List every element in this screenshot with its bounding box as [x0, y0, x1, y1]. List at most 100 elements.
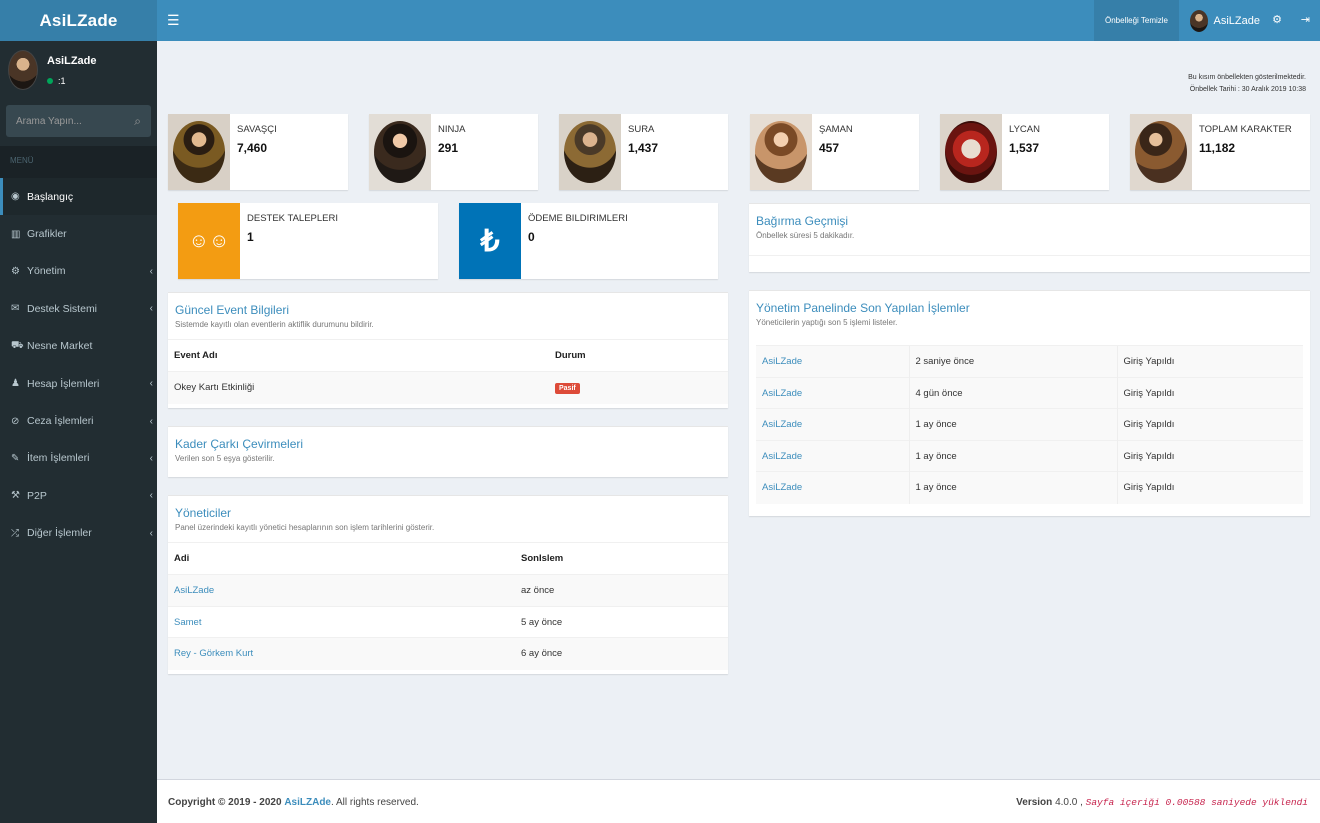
- chevron-left-icon: ‹: [149, 303, 153, 315]
- payment-notifications-box[interactable]: ₺ ÖDEME BILDIRIMLERI 0: [459, 203, 718, 279]
- action-user-link[interactable]: AsiLZade: [762, 482, 802, 493]
- sidebar-item-7[interactable]: ✎ İtem İşlemleri ‹: [0, 440, 157, 477]
- sidebar-item-5[interactable]: ♟ Hesap İşlemleri ‹: [0, 365, 157, 402]
- action-user-link[interactable]: AsiLZade: [762, 388, 802, 399]
- ban-icon: ⊘: [11, 415, 20, 427]
- action-user-link[interactable]: AsiLZade: [762, 356, 802, 367]
- col-event-name: Event Adı: [168, 339, 549, 372]
- events-table: Event Adı Durum Okey Kartı Etkinliği Pas…: [168, 339, 728, 404]
- sidebar-item-0[interactable]: ◉ Başlangıç: [0, 178, 157, 216]
- copyright: Copyright © 2019 - 2020 AsiLZAde. All ri…: [168, 797, 419, 808]
- sidebar-item-label: Hesap İşlemleri: [27, 377, 100, 390]
- sidebar-item-2[interactable]: ⚙ Yönetim ‹: [0, 253, 157, 290]
- stat-value: 291: [438, 141, 459, 155]
- table-row: Samet 5 ay önce: [168, 606, 728, 638]
- comments-icon: ✉: [11, 303, 20, 315]
- action-user-link[interactable]: AsiLZade: [762, 419, 802, 430]
- stat-value: 1,437: [628, 141, 659, 155]
- stat-box-shaman: ŞAMAN 457: [750, 114, 919, 190]
- stat-box-warrior: SAVAŞÇI 7,460: [168, 114, 348, 190]
- stat-value: 457: [819, 141, 840, 155]
- user-menu[interactable]: AsiLZade: [1189, 0, 1260, 41]
- sidebar-item-label: Destek Sistemi: [27, 302, 98, 315]
- action-text: Giriş Yapıldı: [1116, 440, 1303, 472]
- admin-link[interactable]: Rey - Görkem Kurt: [174, 648, 253, 659]
- wheel-box: Kader Çarkı Çevirmeleri Verilen son 5 eş…: [168, 426, 728, 477]
- sidebar-item-label: Ceza İşlemleri: [27, 415, 94, 428]
- sign-out-icon[interactable]: ⇥: [1301, 13, 1310, 26]
- sidebar-item-label: P2P: [27, 489, 47, 502]
- wheel-subtitle: Verilen son 5 eşya gösterilir.: [175, 454, 275, 463]
- search-icon[interactable]: ⌕: [134, 114, 141, 129]
- sidebar-menu: ◉ Başlangıç ▥ Grafikler ⚙ Yönetim ‹ ✉ Destek Sis…: [0, 178, 157, 552]
- events-box: Güncel Event Bilgileri Sistemde kayıtlı …: [168, 292, 728, 408]
- table-header-row: Event Adı Durum: [168, 339, 728, 372]
- action-text: Giriş Yapıldı: [1116, 345, 1303, 378]
- support-tickets-box[interactable]: ☺☺ DESTEK TALEPLERI 1: [178, 203, 438, 279]
- admins-subtitle: Panel üzerindeki kayıtlı yönetici hesapl…: [175, 523, 435, 532]
- col-last-action: SonIslem: [515, 542, 728, 575]
- table-row: AsiLZade 2 saniye önce Giriş Yapıldı: [756, 345, 1303, 378]
- table-row: Okey Kartı Etkinliği Pasif: [168, 371, 728, 404]
- table-row: AsiLZade 1 ay önce Giriş Yapıldı: [756, 408, 1303, 441]
- sidebar-item-label: Nesne Market: [27, 340, 93, 353]
- top-navbar: ☰ Önbelleği Temizle AsiLZade ⚙ ⇥: [157, 0, 1320, 41]
- sidebar-item-6[interactable]: ⊘ Ceza İşlemleri ‹: [0, 402, 157, 439]
- sidebar-item-label: Diğer İşlemler: [27, 527, 92, 540]
- dashboard-icon: ◉: [11, 191, 20, 203]
- support-label: DESTEK TALEPLERI: [247, 213, 338, 224]
- group-portrait-icon: [1130, 114, 1192, 190]
- stat-label: TOPLAM KARAKTER: [1199, 124, 1292, 135]
- status-badge: Pasif: [555, 383, 580, 395]
- version-info: Version 4.0.0 , Sayfa içeriği 0.00588 sa…: [1016, 797, 1308, 808]
- user-icon: ♟: [11, 378, 20, 390]
- admin-last: az önce: [515, 574, 728, 607]
- user-status-text: :1: [58, 76, 66, 86]
- lira-icon: ₺: [459, 203, 521, 279]
- settings-cogs-icon[interactable]: ⚙: [1272, 13, 1282, 26]
- stat-label: NINJA: [438, 124, 466, 135]
- sidebar-item-1[interactable]: ▥ Grafikler: [0, 215, 157, 252]
- action-time: 1 ay önce: [908, 440, 1117, 472]
- stat-box-sura: SURA 1,437: [559, 114, 728, 190]
- hamburger-menu-icon[interactable]: ☰: [167, 12, 180, 29]
- action-time: 1 ay önce: [908, 471, 1117, 504]
- sidebar-item-8[interactable]: ⚒ P2P ‹: [0, 477, 157, 514]
- admins-title: Yöneticiler: [175, 506, 232, 520]
- shout-subtitle: Önbellek süresi 5 dakikadır.: [756, 231, 855, 240]
- sura-portrait-icon: [559, 114, 621, 190]
- table-header-row: Adi SonIslem: [168, 542, 728, 575]
- version-label: Version: [1016, 797, 1053, 808]
- table-row: AsiLZade 4 gün önce Giriş Yapıldı: [756, 377, 1303, 409]
- clear-cache-button[interactable]: Önbelleği Temizle: [1094, 0, 1179, 41]
- users-icon: ☺☺: [178, 203, 240, 279]
- sidebar-item-3[interactable]: ✉ Destek Sistemi ‹: [0, 290, 157, 327]
- admin-link[interactable]: AsiLZade: [174, 585, 214, 596]
- sidebar-item-label: Başlangıç: [27, 190, 74, 203]
- action-text: Giriş Yapıldı: [1116, 377, 1303, 409]
- action-time: 2 saniye önce: [908, 345, 1117, 378]
- menu-header: MENÜ: [0, 146, 157, 178]
- sidebar-item-9[interactable]: ⤮ Diğer İşlemler ‹: [0, 515, 157, 552]
- shout-title: Bağırma Geçmişi: [756, 214, 849, 228]
- search-placeholder: Arama Yapın...: [16, 115, 82, 127]
- col-admin-name: Adi: [168, 542, 515, 575]
- payment-value: 0: [528, 230, 535, 244]
- action-user-link[interactable]: AsiLZade: [762, 451, 802, 462]
- stat-box-total: TOPLAM KARAKTER 11,182: [1130, 114, 1310, 190]
- shout-history-box: Bağırma Geçmişi Önbellek süresi 5 dakika…: [749, 203, 1310, 272]
- actions-title: Yönetim Panelinde Son Yapılan İşlemler: [756, 301, 970, 315]
- version-number: 4.0.0 ,: [1055, 797, 1083, 808]
- cache-note-line2: Önbellek Tarihi : 30 Aralık 2019 10:38: [1189, 86, 1306, 93]
- admin-link[interactable]: Samet: [174, 617, 201, 628]
- table-row: AsiLZade 1 ay önce Giriş Yapıldı: [756, 440, 1303, 472]
- app-logo[interactable]: AsiLZade: [0, 0, 157, 41]
- stat-box-lycan: LYCAN 1,537: [940, 114, 1109, 190]
- stat-value: 7,460: [237, 141, 268, 155]
- sidebar-user-name: AsiLZade: [47, 55, 97, 67]
- cart-icon: ⛟: [11, 339, 24, 351]
- brand-link[interactable]: AsiLZAde: [284, 797, 331, 808]
- sidebar-search-input[interactable]: Arama Yapın... ⌕: [6, 105, 151, 137]
- sidebar-item-4[interactable]: ⛟ Nesne Market: [0, 328, 157, 365]
- admins-box: Yöneticiler Panel üzerindeki kayıtlı yön…: [168, 495, 728, 674]
